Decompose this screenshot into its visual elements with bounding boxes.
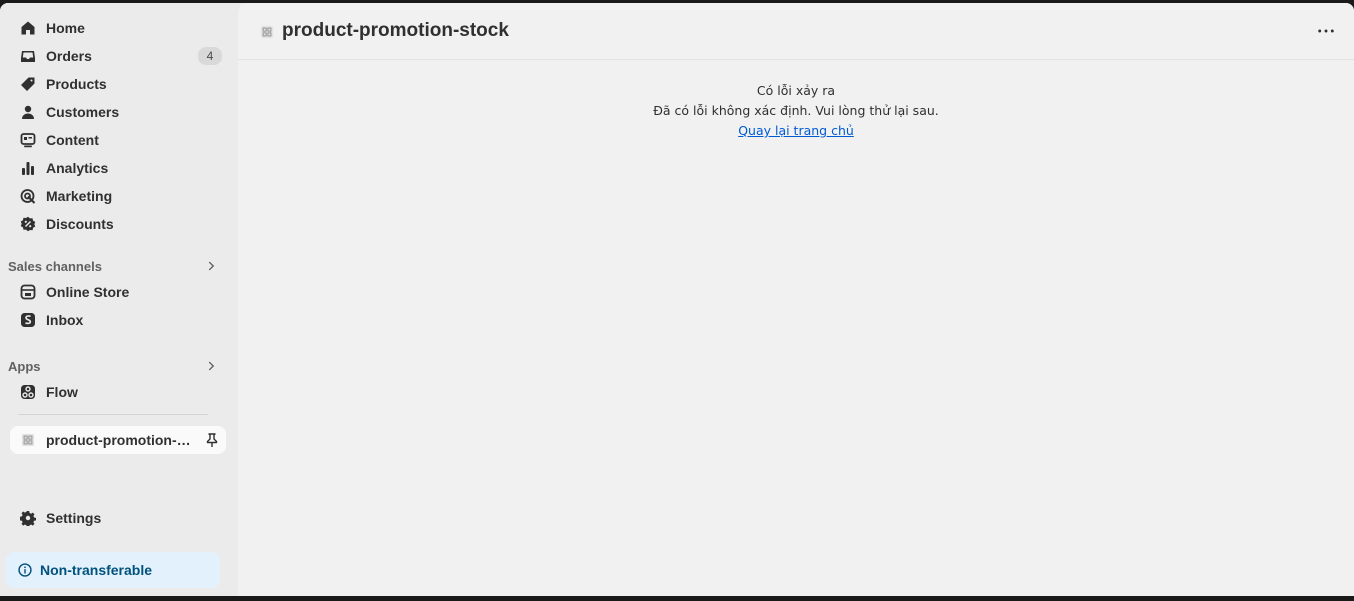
sidebar-item-label: Inbox [46,312,84,328]
sidebar-item-label: Flow [46,384,78,400]
content-icon [20,132,36,148]
ellipsis-icon [1318,29,1334,33]
sidebar-item-label: Content [46,132,99,148]
sidebar-item-label: product-promotion-stock [46,432,196,448]
chevron-right-icon [208,261,215,271]
chevron-right-icon [208,361,215,371]
target-icon [20,188,36,204]
sidebar-item-customers[interactable]: Customers [10,98,226,126]
error-title: Có lỗi xảy ra [756,83,836,98]
sales-channels-heading[interactable]: Sales channels [8,256,226,276]
error-message-block: Có lỗi xảy ra Đã có lỗi không xác định. … [238,81,1354,141]
store-icon [20,284,36,300]
sidebar-item-label: Discounts [46,216,114,232]
orders-count-badge: 4 [198,47,222,65]
page-title: product-promotion-stock [282,20,509,41]
sales-channels-label: Sales channels [8,258,102,274]
pin-icon[interactable] [204,432,220,448]
more-actions-button[interactable] [1316,23,1336,39]
sidebar-item-label: Settings [46,510,102,526]
tag-icon [20,76,36,92]
sidebar-item-label: Orders [46,48,92,64]
gear-icon [20,510,36,526]
sidebar-item-content[interactable]: Content [10,126,226,154]
apps-label: Apps [8,358,41,374]
app-icon [20,432,36,448]
sidebar-item-settings[interactable]: Settings [10,504,226,532]
page-header: product-promotion-stock [238,3,1354,60]
apps-heading[interactable]: Apps [8,356,226,376]
non-transferable-label: Non-transferable [40,562,153,578]
main-content: product-promotion-stock Có lỗi xảy ra Đã… [238,3,1354,596]
sidebar-item-label: Analytics [46,160,109,176]
sidebar-item-label: Online Store [46,284,130,300]
sidebar-divider [18,414,208,415]
sidebar-item-home[interactable]: Home [10,14,226,42]
sidebar-item-pinned-app[interactable]: product-promotion-stock [10,426,226,454]
inbox-app-icon [20,312,36,328]
back-to-home-link[interactable]: Quay lại trang chủ [738,123,854,138]
error-description: Đã có lỗi không xác định. Vui lòng thử l… [653,103,939,118]
bar-chart-icon [20,160,36,176]
app-frame: Home Orders 4 Products Customers Content… [0,3,1354,596]
sidebar-item-marketing[interactable]: Marketing [10,182,226,210]
sidebar-item-label: Home [46,20,85,36]
home-icon [20,20,36,36]
sidebar-item-discounts[interactable]: Discounts [10,210,226,238]
sidebar-item-online-store[interactable]: Online Store [10,278,226,306]
sidebar-item-analytics[interactable]: Analytics [10,154,226,182]
person-icon [20,104,36,120]
sidebar-item-label: Marketing [46,188,113,204]
sidebar-item-label: Customers [46,104,120,120]
sidebar-item-inbox[interactable]: Inbox [10,306,226,334]
sidebar-item-flow[interactable]: Flow [10,378,226,406]
sidebar-item-label: Products [46,76,107,92]
non-transferable-banner[interactable]: Non-transferable [6,552,220,588]
discount-icon [20,216,36,232]
info-icon [18,563,32,577]
app-icon [260,25,274,39]
sidebar: Home Orders 4 Products Customers Content… [0,3,238,596]
inbox-icon [20,48,36,64]
sidebar-item-orders[interactable]: Orders 4 [10,42,226,70]
sidebar-item-products[interactable]: Products [10,70,226,98]
flow-icon [20,384,36,400]
